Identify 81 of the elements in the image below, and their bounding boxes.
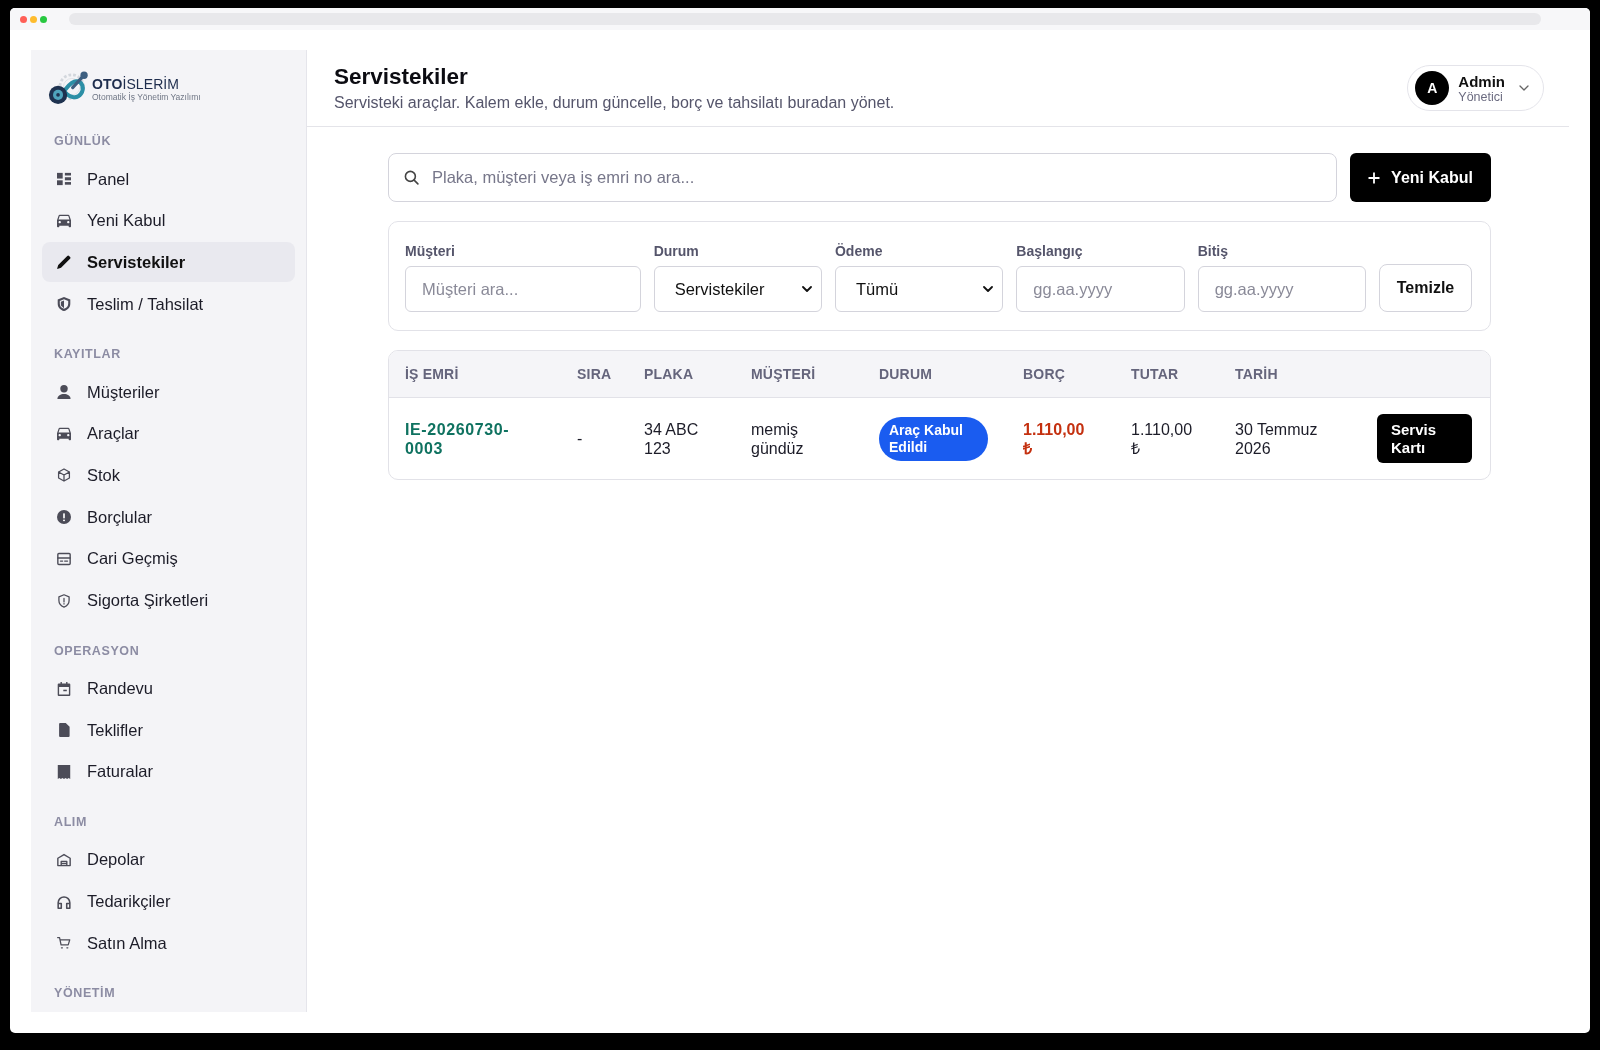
sidebar-item[interactable]: Araçlar: [42, 413, 295, 454]
field-label: Müşteri: [405, 243, 456, 259]
logo-wordmark: OTOİSLERİM: [92, 76, 181, 92]
section-heading: KAYITLAR: [53, 346, 122, 363]
status-badge: Araç Kabul Edildi: [879, 416, 988, 461]
section-heading: ALIM: [53, 813, 88, 830]
sidebar-item[interactable]: Müşteriler: [42, 372, 295, 413]
search-field[interactable]: Plaka, müşteri veya iş emri no ara...: [388, 153, 1337, 202]
alert-circle-icon: [57, 510, 71, 525]
cube-icon: [57, 468, 71, 483]
new-intake-button[interactable]: Yeni Kabul: [1350, 153, 1491, 202]
document-icon: [57, 723, 71, 738]
column-header: TARİH: [1235, 366, 1278, 382]
column-header: TUTAR: [1131, 366, 1179, 382]
sidebar-item[interactable]: Teklifler: [42, 710, 295, 751]
shield-icon: [57, 593, 71, 608]
field-label: Bitiş: [1197, 243, 1229, 259]
person-icon: [57, 385, 71, 400]
column-header: İŞ EMRİ: [405, 366, 459, 382]
table-cell: 1.110,00 ₺: [1023, 419, 1085, 458]
sidebar-item[interactable]: Cari Geçmiş: [42, 538, 295, 579]
dashboard-grid-icon: [57, 172, 71, 186]
column-header: BORÇ: [1023, 366, 1066, 382]
sidebar-item[interactable]: Yeni Kabul: [42, 200, 295, 241]
column-header: DURUM: [879, 366, 933, 382]
user-name: Admin: [1458, 72, 1505, 90]
window-controls-icon[interactable]: [20, 15, 47, 23]
clear-button[interactable]: Temizle: [1379, 264, 1472, 312]
receipt-icon: [57, 764, 71, 779]
page-subtitle: Servisteki araçlar. Kalem ekle, durum güncelle, borç ve tahsilatı buradan yönet.: [334, 93, 895, 113]
chevron-down-icon: [802, 286, 812, 292]
sidebar-item[interactable]: Stok: [42, 455, 295, 496]
date-field[interactable]: gg.aa.yyyy: [1016, 266, 1185, 312]
sidebar-item[interactable]: Teslim / Tahsilat: [42, 284, 295, 325]
field-label: Durum: [653, 243, 700, 259]
cart-icon: [57, 936, 71, 951]
table-cell-text: 30 Temmuz 2026: [1235, 419, 1319, 458]
plus-icon: [1368, 171, 1381, 184]
sidebar-item[interactable]: Satın Alma: [42, 923, 295, 964]
sidebar-item[interactable]: Sigorta Şirketleri: [42, 580, 295, 621]
service-card-button[interactable]: Servis Kartı: [1377, 414, 1472, 463]
chevron-down-icon[interactable]: [1519, 85, 1529, 91]
sidebar-item[interactable]: Panel: [42, 159, 295, 199]
user-role: Yönetici: [1458, 89, 1504, 104]
table-cell: -: [577, 429, 583, 448]
sidebar-item[interactable]: Servistekiler: [42, 242, 295, 283]
column-header: PLAKA: [644, 366, 694, 382]
tire-wrench-logo-icon: [48, 69, 90, 107]
table-cell: 1.110,00 ₺: [1131, 419, 1193, 458]
card-icon: [57, 551, 71, 566]
page-title: Servistekiler: [334, 63, 469, 91]
user-avatar: A: [1415, 71, 1450, 105]
sidebar-item[interactable]: Randevu: [42, 668, 295, 709]
select-field[interactable]: Servistekiler: [653, 266, 822, 312]
headphones-icon: [57, 894, 71, 909]
sidebar-item[interactable]: Faturalar: [42, 751, 295, 792]
sidebar-item[interactable]: Borçlular: [42, 497, 295, 538]
select-field[interactable]: Tümü: [835, 266, 1004, 312]
car-icon: [57, 213, 71, 228]
date-field[interactable]: gg.aa.yyyy: [1197, 266, 1366, 312]
section-heading: GÜNLÜK: [53, 133, 113, 149]
work-order-link[interactable]: IE-20260730-0003: [405, 419, 530, 458]
car-icon: [57, 426, 71, 441]
field-label: Ödeme: [835, 243, 884, 259]
column-header: MÜŞTERİ: [751, 366, 816, 382]
table-cell-text: memiş gündüz: [751, 419, 805, 458]
text-field[interactable]: Müşteri ara...: [405, 266, 641, 312]
pencil-icon: [57, 255, 71, 270]
chevron-down-icon: [983, 286, 994, 292]
warehouse-icon: [57, 852, 71, 867]
sidebar-item[interactable]: Tedarikçiler: [42, 881, 295, 922]
calendar-icon: [57, 681, 71, 696]
table-cell-text: 34 ABC 123: [644, 419, 700, 458]
section-heading: OPERASYON: [53, 642, 141, 659]
column-header: SIRA: [577, 366, 612, 382]
logo-tagline: Otomatik İş Yönetim Yazılımı: [92, 92, 201, 102]
field-label: Başlangıç: [1016, 243, 1084, 259]
search-icon: [404, 170, 419, 185]
section-heading: YÖNETİM: [53, 985, 117, 1002]
sidebar-item[interactable]: Depolar: [42, 839, 295, 880]
shield-icon: [57, 297, 71, 312]
